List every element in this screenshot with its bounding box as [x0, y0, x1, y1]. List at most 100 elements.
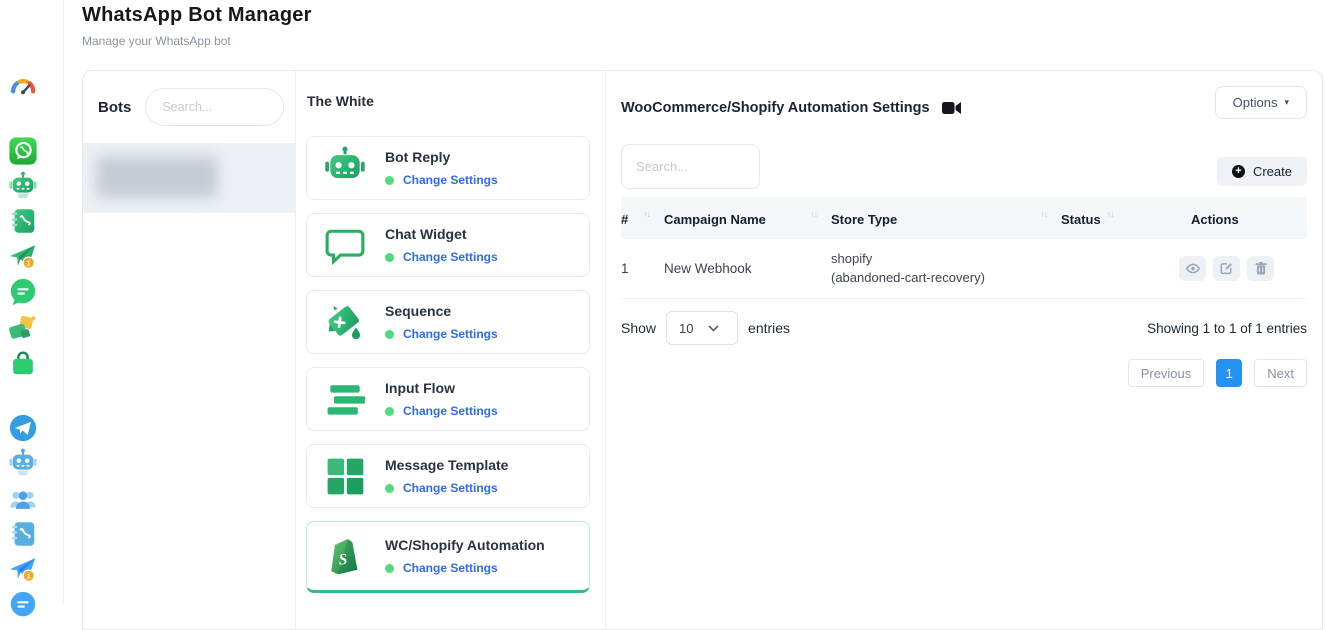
status-dot	[385, 407, 394, 416]
page-title: WhatsApp Bot Manager	[82, 4, 312, 27]
status-dot	[385, 253, 394, 262]
show-label: Show	[621, 320, 656, 336]
store-icon[interactable]	[8, 348, 38, 378]
page-1-button[interactable]: 1	[1216, 359, 1242, 387]
svg-text:1: 1	[27, 258, 31, 267]
robot-icon	[323, 146, 367, 190]
options-button[interactable]: Options ▾	[1215, 86, 1307, 119]
sort-icon[interactable]: ↑↓	[1041, 209, 1048, 219]
campaign-green-icon[interactable]: 1	[8, 242, 38, 272]
bot-menu-panel: The White Bot Reply Change Settings	[296, 71, 606, 629]
next-page-button[interactable]: Next	[1254, 359, 1307, 387]
toggle-knob	[1055, 263, 1071, 279]
telegram-icon[interactable]	[8, 413, 38, 443]
column-header-store-type[interactable]: Store Type ↑↓	[831, 210, 1061, 227]
status-dot	[385, 330, 394, 339]
view-button[interactable]	[1179, 256, 1206, 281]
pagination: Previous 1 Next	[621, 359, 1307, 387]
campaign-search-input[interactable]	[621, 144, 760, 189]
column-header-actions: Actions	[1173, 210, 1307, 227]
page-size-value: 10	[679, 321, 693, 336]
change-settings-link[interactable]: Change Settings	[403, 250, 498, 264]
bot-blue-icon[interactable]	[8, 448, 38, 478]
panel-title: WooCommerce/Shopify Automation Settings	[621, 100, 930, 116]
status-dot	[385, 484, 394, 493]
menu-card-title: WC/Shopify Automation	[385, 537, 545, 553]
edit-icon	[1220, 262, 1233, 275]
create-button[interactable]: + Create	[1217, 157, 1307, 186]
integration-icon[interactable]	[8, 313, 38, 343]
campaign-table: # ↑↓ Campaign Name ↑↓ Store Type ↑↓ Stat…	[621, 197, 1307, 299]
menu-card-title: Input Flow	[385, 380, 455, 396]
bot-green-icon[interactable]	[8, 171, 38, 201]
change-settings-link[interactable]: Change Settings	[403, 481, 498, 495]
column-header-status[interactable]: Status ↑↓	[1061, 210, 1173, 227]
entries-summary: Showing 1 to 1 of 1 entries	[1147, 321, 1307, 336]
entries-label: entries	[748, 320, 790, 336]
bots-panel-title: Bots	[98, 99, 131, 116]
chat-blue-icon[interactable]	[8, 590, 38, 620]
menu-card-title: Message Template	[385, 457, 508, 473]
menu-card-bot-reply[interactable]: Bot Reply Change Settings	[306, 136, 590, 200]
column-header-campaign-name[interactable]: Campaign Name ↑↓	[664, 210, 831, 227]
edit-button[interactable]	[1213, 256, 1240, 281]
chevron-down-icon	[708, 325, 719, 332]
change-settings-link[interactable]: Change Settings	[403, 404, 498, 418]
status-dot	[385, 564, 394, 573]
campaign-blue-icon[interactable]: 1	[8, 555, 38, 585]
whatsapp-icon[interactable]	[8, 136, 38, 166]
automation-panel: WooCommerce/Shopify Automation Settings …	[606, 71, 1322, 629]
bot-list-item-selected[interactable]	[83, 143, 295, 213]
page-header: WhatsApp Bot Manager Manage your WhatsAp…	[82, 4, 312, 48]
grid-icon	[323, 454, 367, 498]
contacts-green-icon[interactable]	[8, 206, 38, 236]
page-subtitle: Manage your WhatsApp bot	[82, 34, 312, 48]
campaign-name-cell: New Webhook	[664, 261, 831, 276]
eye-icon	[1186, 263, 1200, 274]
menu-card-input-flow[interactable]: Input Flow Change Settings	[306, 367, 590, 431]
table-header-row: # ↑↓ Campaign Name ↑↓ Store Type ↑↓ Stat…	[621, 197, 1307, 239]
menu-card-chat-widget[interactable]: Chat Widget Change Settings	[306, 213, 590, 277]
menu-card-message-template[interactable]: Message Template Change Settings	[306, 444, 590, 508]
column-header-num[interactable]: # ↑↓	[621, 210, 664, 227]
menu-card-title: Chat Widget	[385, 226, 467, 242]
bot-name-heading: The White	[307, 93, 590, 109]
change-settings-link[interactable]: Change Settings	[403, 561, 498, 575]
content-card: Bots The White Bot Reply Change Settings	[82, 70, 1323, 630]
chat-bubble-icon	[323, 223, 367, 267]
options-button-label: Options	[1233, 95, 1278, 110]
shopify-icon: S	[323, 534, 367, 578]
chat-green-icon[interactable]	[8, 277, 38, 307]
sort-icon[interactable]: ↑↓	[811, 209, 818, 219]
svg-text:1: 1	[27, 571, 31, 580]
change-settings-link[interactable]: Change Settings	[403, 327, 498, 341]
caret-down-icon: ▾	[1284, 97, 1289, 108]
menu-card-wc-shopify-automation[interactable]: S WC/Shopify Automation Change Settings	[306, 521, 590, 593]
status-dot	[385, 176, 394, 185]
bots-search-input[interactable]	[145, 88, 284, 126]
create-button-label: Create	[1253, 164, 1292, 179]
sort-icon[interactable]: ↑↓	[644, 209, 651, 219]
bot-name-redacted	[96, 156, 218, 198]
delete-button[interactable]	[1247, 256, 1274, 281]
table-row: 1 New Webhook shopify (abandoned-cart-re…	[621, 239, 1307, 299]
sort-icon[interactable]: ↑↓	[1107, 209, 1114, 219]
contacts-blue-icon[interactable]	[8, 519, 38, 549]
row-number: 1	[621, 261, 664, 276]
menu-card-title: Bot Reply	[385, 149, 450, 165]
video-camera-icon[interactable]	[942, 101, 961, 115]
dashboard-gauge-icon[interactable]	[8, 74, 38, 104]
app-icon-rail: 1 1	[0, 0, 64, 604]
menu-card-title: Sequence	[385, 303, 451, 319]
page-size-select[interactable]: 10	[666, 311, 738, 345]
trash-icon	[1255, 262, 1267, 275]
menu-card-sequence[interactable]: Sequence Change Settings	[306, 290, 590, 354]
bots-panel: Bots	[83, 71, 296, 629]
audience-blue-icon[interactable]	[8, 484, 38, 514]
bars-icon	[323, 377, 367, 421]
plus-icon: +	[1232, 165, 1245, 178]
paint-bucket-icon	[323, 300, 367, 344]
previous-page-button[interactable]: Previous	[1128, 359, 1205, 387]
change-settings-link[interactable]: Change Settings	[403, 173, 498, 187]
store-type-cell: shopify (abandoned-cart-recovery)	[831, 250, 1061, 288]
